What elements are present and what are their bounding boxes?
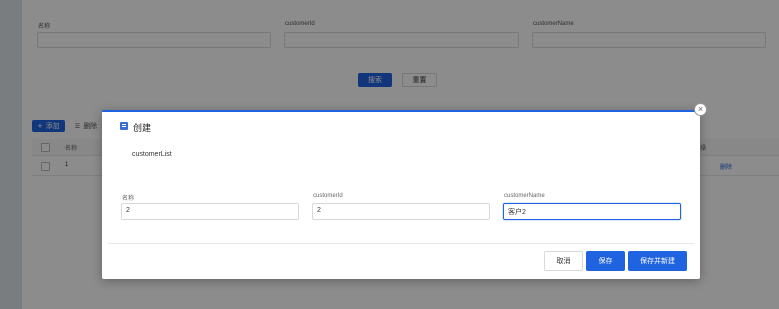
save-button[interactable]: 保存 bbox=[586, 251, 625, 271]
modal-customerid-input[interactable]: 2 bbox=[312, 203, 490, 220]
modal-label-customerid: customerId bbox=[313, 193, 343, 199]
modal-label-customername: customerName bbox=[504, 193, 545, 199]
save-and-new-button[interactable]: 保存并新建 bbox=[628, 251, 687, 271]
cancel-button[interactable]: 取消 bbox=[544, 251, 583, 271]
create-modal: 创建 customerList 名称 2 customerId 2 custom… bbox=[102, 110, 700, 279]
modal-name-input[interactable]: 2 bbox=[121, 203, 299, 220]
modal-subtitle: customerList bbox=[132, 151, 172, 158]
close-icon[interactable]: × bbox=[694, 103, 707, 116]
footer-divider bbox=[108, 243, 694, 244]
modal-label-name: 名称 bbox=[122, 196, 135, 202]
modal-customername-input[interactable]: 客户2 bbox=[503, 203, 681, 220]
modal-title: 创建 bbox=[133, 123, 152, 133]
form-icon bbox=[120, 122, 128, 130]
